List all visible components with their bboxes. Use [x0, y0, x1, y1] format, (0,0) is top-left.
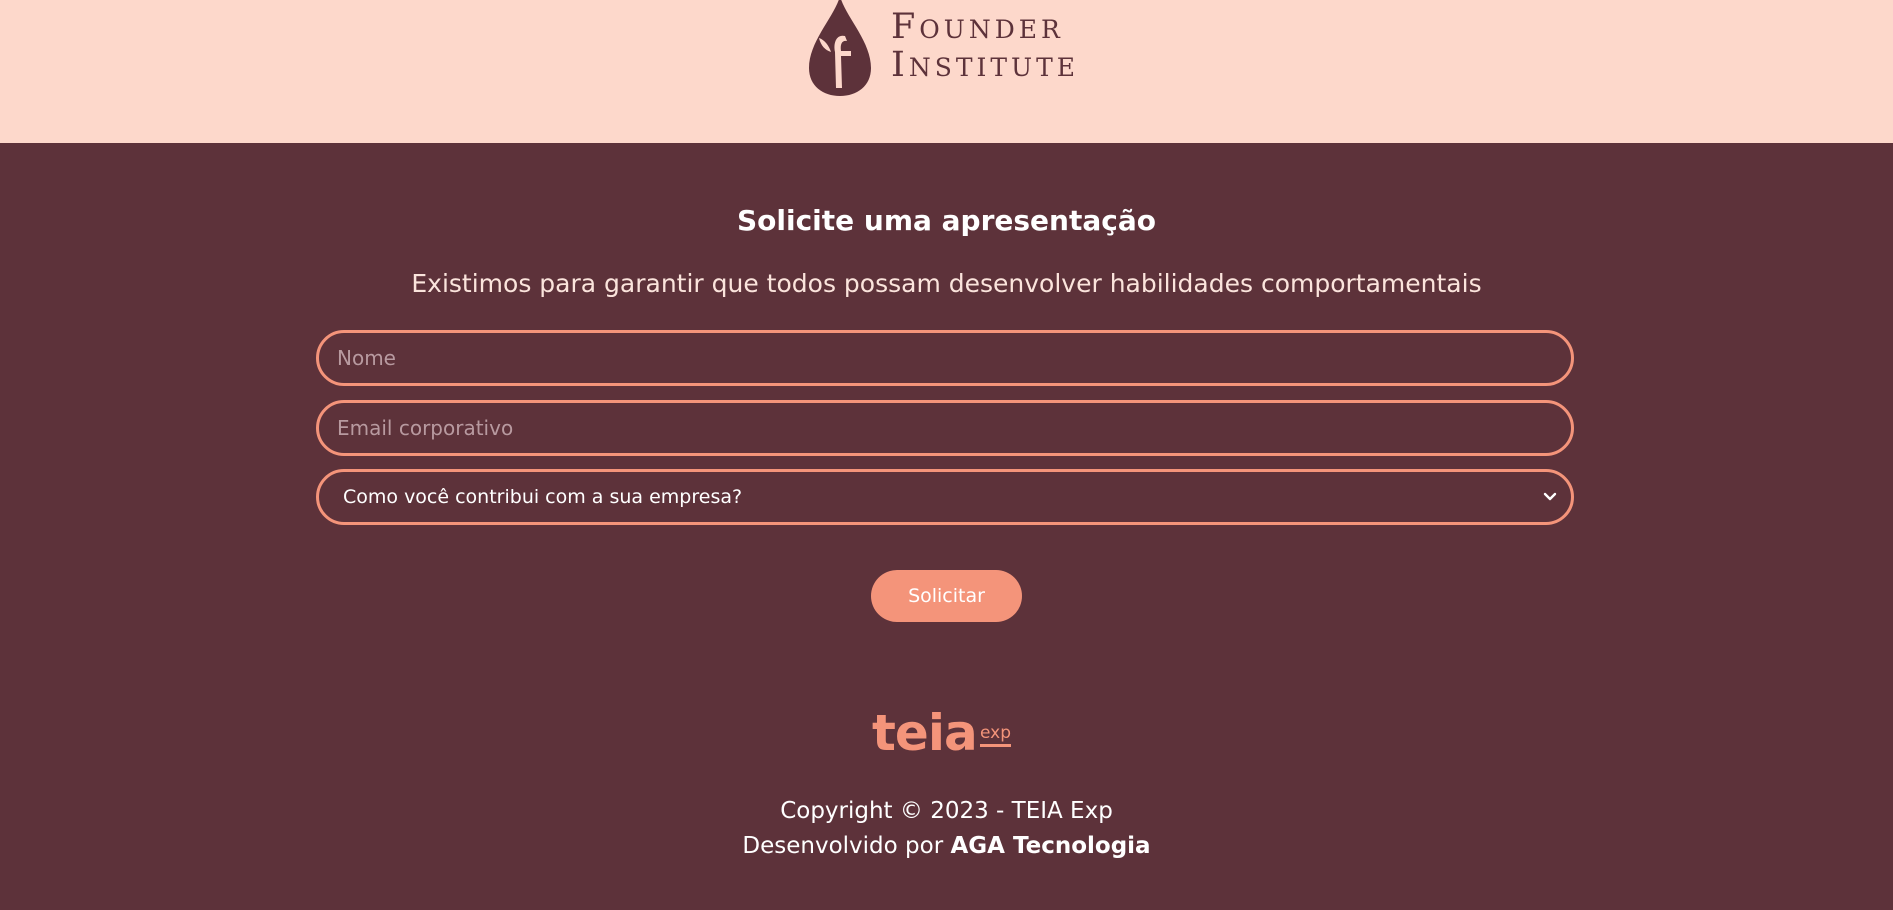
teia-exp-logo[interactable]: teia exp [872, 708, 1022, 760]
email-input[interactable] [316, 400, 1574, 456]
header-band: Founder Institute [0, 0, 1893, 143]
leaf-drop-icon [809, 0, 871, 96]
request-section: Solicite uma apresentação Existimos para… [0, 143, 1893, 910]
developed-by: Desenvolvido por AGA Tecnologia [0, 830, 1893, 862]
chevron-down-icon [1543, 492, 1557, 501]
role-select-value: Como você contribui com a sua empresa? [343, 486, 743, 508]
submit-button[interactable]: Solicitar [871, 570, 1022, 622]
name-input[interactable] [316, 330, 1574, 386]
teia-logo-main: teia [872, 704, 978, 762]
form-title: Solicite uma apresentação [736, 204, 1156, 237]
role-select[interactable]: Como você contribui com a sua empresa? [316, 469, 1574, 525]
teia-logo-sub: exp [980, 722, 1012, 747]
form-subtitle: Existimos para garantir que todos possam… [411, 269, 1482, 298]
developed-prefix: Desenvolvido por [742, 833, 944, 859]
logo-text-line1: Founder [891, 7, 1064, 47]
developer-link[interactable]: AGA Tecnologia [950, 833, 1150, 859]
logo-text-line2: Institute [891, 45, 1080, 85]
founder-institute-logo[interactable]: Founder Institute [805, 0, 1090, 100]
copyright-text: Copyright © 2023 - TEIA Exp [780, 798, 1113, 824]
